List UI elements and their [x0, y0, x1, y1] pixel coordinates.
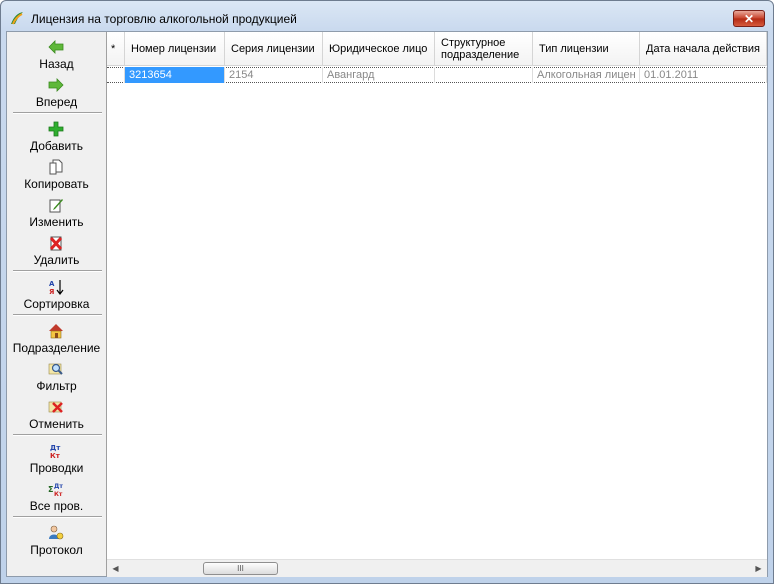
- column-header-structural-division[interactable]: Структурное подразделение: [435, 32, 533, 66]
- copy-label: Копировать: [24, 177, 89, 191]
- sort-label: Сортировка: [23, 297, 90, 311]
- column-header-start-date[interactable]: Дата начала действия: [640, 32, 767, 66]
- back-button[interactable]: Назад: [7, 36, 106, 74]
- svg-text:Σ: Σ: [48, 485, 53, 494]
- back-label: Назад: [39, 57, 74, 71]
- filter-button[interactable]: Фильтр: [7, 358, 106, 396]
- cell-structural-division[interactable]: [435, 67, 533, 83]
- edit-button[interactable]: Изменить: [7, 194, 106, 232]
- forward-label: Вперед: [35, 95, 78, 109]
- add-button[interactable]: Добавить: [7, 118, 106, 156]
- title-bar[interactable]: Лицензия на торговлю алкогольной продукц…: [1, 1, 773, 31]
- cell-license-series[interactable]: 2154: [225, 67, 323, 83]
- arrow-left-icon: [48, 40, 64, 54]
- sort-button[interactable]: A Я Сортировка: [7, 276, 106, 314]
- add-label: Добавить: [29, 139, 84, 153]
- cancel-filter-label: Отменить: [29, 417, 84, 431]
- filter-icon: [48, 363, 63, 375]
- all-postings-label: Все пров.: [29, 499, 84, 513]
- svg-text:Дт: Дт: [54, 483, 63, 490]
- scroll-left-arrow-icon[interactable]: ◀: [107, 560, 124, 577]
- copy-icon: [49, 159, 63, 175]
- side-toolbar: Назад Вперед Добавить Копировать Изменит…: [7, 32, 107, 576]
- toolbar-separator: [13, 516, 102, 518]
- filter-label: Фильтр: [36, 379, 77, 393]
- client-area: Назад Вперед Добавить Копировать Изменит…: [6, 31, 768, 577]
- cell-license-number[interactable]: 3213654: [125, 67, 225, 83]
- window-title: Лицензия на торговлю алкогольной продукц…: [31, 12, 297, 26]
- column-header-license-series[interactable]: Серия лицензии: [225, 32, 323, 66]
- row-marker-cell[interactable]: [107, 67, 125, 83]
- protocol-icon: [49, 525, 64, 540]
- svg-text:Дт: Дт: [50, 444, 61, 452]
- delete-label: Удалить: [33, 253, 80, 267]
- data-grid[interactable]: * Номер лицензии Серия лицензии Юридичес…: [107, 32, 767, 577]
- copy-button[interactable]: Копировать: [7, 156, 106, 194]
- forward-button[interactable]: Вперед: [7, 74, 106, 112]
- close-button[interactable]: ✕: [733, 10, 765, 27]
- delete-button[interactable]: Удалить: [7, 232, 106, 270]
- app-window: Лицензия на торговлю алкогольной продукц…: [0, 0, 774, 584]
- svg-text:Я: Я: [49, 288, 54, 295]
- protocol-button[interactable]: Протокол: [7, 522, 106, 560]
- cancel-filter-icon: [48, 401, 63, 413]
- cell-start-date[interactable]: 01.01.2011: [640, 67, 767, 83]
- cancel-filter-button[interactable]: Отменить: [7, 396, 106, 434]
- delete-icon: [49, 236, 63, 251]
- postings-button[interactable]: Дт Кт Проводки: [7, 440, 106, 478]
- division-button[interactable]: Подразделение: [7, 320, 106, 358]
- svg-text:Кт: Кт: [50, 452, 61, 459]
- scroll-thumb[interactable]: III: [203, 562, 278, 575]
- scroll-right-arrow-icon[interactable]: ▶: [750, 560, 767, 577]
- cell-license-type[interactable]: Алкогольная лицен: [533, 67, 640, 83]
- plus-icon: [48, 121, 64, 137]
- cell-legal-entity[interactable]: Авангард: [323, 67, 435, 83]
- column-header-license-number[interactable]: Номер лицензии: [125, 32, 225, 66]
- toolbar-separator: [13, 112, 102, 114]
- row-marker-header[interactable]: *: [107, 32, 125, 66]
- toolbar-separator: [13, 314, 102, 316]
- toolbar-separator: [13, 434, 102, 436]
- toolbar-separator: [13, 270, 102, 272]
- debit-credit-icon: Дт Кт: [50, 444, 61, 459]
- svg-text:Кт: Кт: [54, 491, 63, 497]
- app-logo-icon: [11, 12, 23, 25]
- horizontal-scrollbar[interactable]: ◀ III ▶: [107, 559, 767, 577]
- sum-debit-credit-icon: Σ Дт Кт: [48, 483, 63, 497]
- arrow-right-icon: [48, 78, 64, 92]
- house-icon: [49, 324, 63, 339]
- edit-icon: [49, 199, 63, 213]
- protocol-label: Протокол: [30, 543, 83, 557]
- svg-text:A: A: [49, 280, 55, 288]
- all-postings-button[interactable]: Σ Дт Кт Все пров.: [7, 478, 106, 516]
- column-header-legal-entity[interactable]: Юридическое лицо: [323, 32, 435, 66]
- postings-label: Проводки: [29, 461, 84, 475]
- sort-az-icon: A Я: [49, 280, 64, 295]
- column-header-license-type[interactable]: Тип лицензии: [533, 32, 640, 66]
- edit-label: Изменить: [29, 215, 84, 229]
- division-label: Подразделение: [12, 341, 101, 355]
